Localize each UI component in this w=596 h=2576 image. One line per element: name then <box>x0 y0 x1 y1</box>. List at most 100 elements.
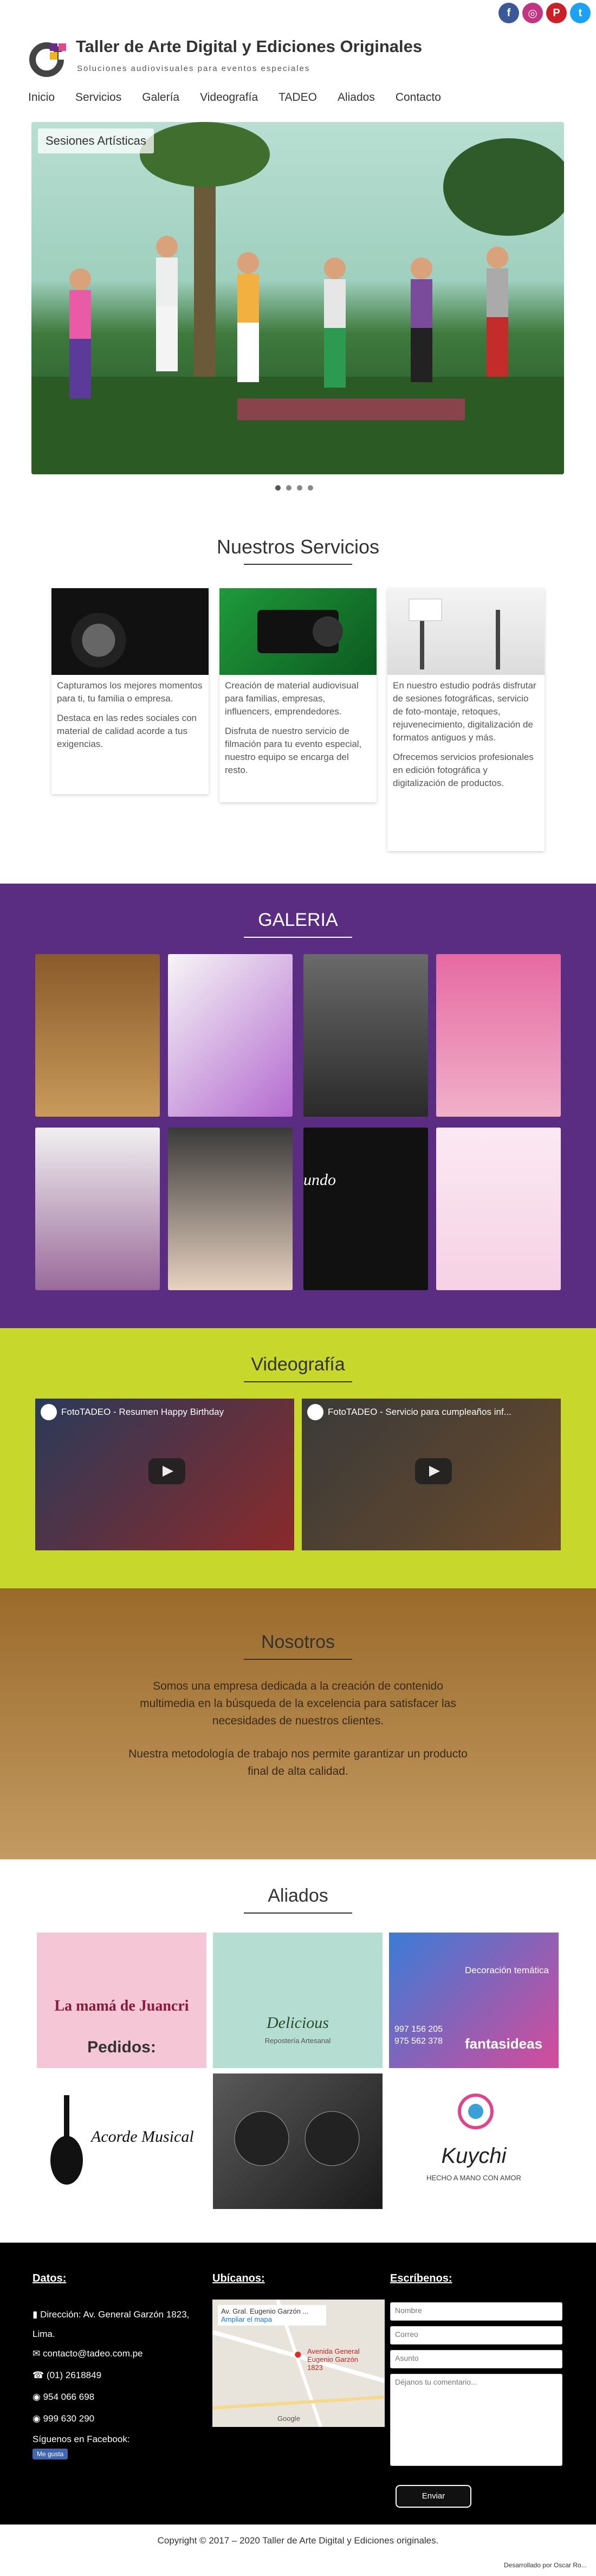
gallery-photo[interactable] <box>303 954 428 1117</box>
video-section: Videografía FotoTADEO - Resumen Happy Bi… <box>0 1328 596 1588</box>
service-text: Capturamos los mejores momentos para ti,… <box>57 680 203 704</box>
map-embed[interactable]: Av. Gral. Eugenio Garzón ... Ampliar el … <box>212 2300 385 2427</box>
footer-heading: Datos: <box>33 2272 67 2284</box>
service-photo-lenses <box>51 588 209 675</box>
nav-item-videografia[interactable]: Videografía <box>200 91 258 104</box>
video-title-text[interactable]: FotoTADEO - Servicio para cumpleaños inf… <box>328 1407 511 1418</box>
site-title[interactable]: Taller de Arte Digital y Ediciones Origi… <box>76 37 422 56</box>
gallery-photo[interactable] <box>35 954 160 1117</box>
gallery-photo[interactable] <box>436 1128 561 1290</box>
ally-logo[interactable]: Kuychi HECHO A MANO CON AMOR <box>389 2073 559 2209</box>
site-header: Taller de Arte Digital y Ediciones Origi… <box>0 0 596 104</box>
slider-dot[interactable] <box>297 485 302 491</box>
map-card: Av. Gral. Eugenio Garzón ... Ampliar el … <box>218 2305 326 2326</box>
slider-dot[interactable] <box>286 485 291 491</box>
gallery-photo-text: undo <box>303 1171 336 1189</box>
slider-dots <box>275 485 313 491</box>
service-text: Creación de material audiovisual para fa… <box>225 680 359 717</box>
gallery-photo[interactable] <box>168 954 293 1117</box>
ally-logo[interactable]: Acorde Musical <box>37 2073 206 2209</box>
site-footer: Datos: ▮ Dirección: Av. General Garzón 1… <box>0 2243 596 2525</box>
ally-sub: Repostería Artesanal <box>264 2037 331 2045</box>
gallery-underline <box>244 937 352 938</box>
gallery-photo[interactable]: undo <box>303 1128 428 1290</box>
slider-dot[interactable] <box>308 485 313 491</box>
footer-phone: ◉ 999 630 290 <box>33 2413 94 2424</box>
about-underline <box>244 1659 352 1660</box>
twitter-icon[interactable]: t <box>570 3 591 23</box>
about-title: Nosotros <box>261 1632 335 1652</box>
facebook-icon[interactable]: f <box>498 3 519 23</box>
footer-heading: Ubícanos: <box>212 2272 265 2284</box>
about-text: Nuestra metodología de trabajo nos permi… <box>128 1748 468 1778</box>
ally-name: fantasideas <box>465 2036 543 2052</box>
service-text: Destaca en las redes sociales con materi… <box>57 713 197 749</box>
play-button[interactable] <box>148 1458 185 1484</box>
pinterest-icon[interactable]: P <box>546 3 567 23</box>
ally-name: La mamá de Juancri <box>54 1998 189 2014</box>
slide-caption: Sesiones Artísticas <box>38 128 154 153</box>
video-header: FotoTADEO - Resumen Happy Birthday <box>41 1404 224 1420</box>
facebook-follow: Síguenos en Facebook: <box>33 2434 130 2444</box>
instagram-icon[interactable]: ◎ <box>522 3 543 23</box>
hero-slider[interactable]: Sesiones Artísticas <box>31 122 564 474</box>
nav-item-tadeo[interactable]: TADEO <box>278 91 317 104</box>
service-photo-studio <box>387 588 545 675</box>
footer-phone: ◉ 954 066 698 <box>33 2392 94 2403</box>
ally-logo[interactable] <box>213 2073 383 2209</box>
gallery-photo[interactable] <box>168 1128 293 1290</box>
service-text: Disfruta de nuestro servicio de filmació… <box>225 726 362 775</box>
gallery-photo[interactable] <box>35 1128 160 1290</box>
nav-item-contacto[interactable]: Contacto <box>396 91 441 104</box>
copyright: Copyright © 2017 – 2020 Taller de Arte D… <box>157 2535 439 2546</box>
map-pin-icon: ● <box>294 2346 302 2362</box>
ally-logo[interactable]: Decoración temática 997 156 205 975 562 … <box>389 1933 559 2068</box>
footer-email[interactable]: ✉ contacto@tadeo.com.pe <box>33 2348 143 2359</box>
service-card: Capturamos los mejores momentos para ti,… <box>51 588 209 794</box>
nav-item-inicio[interactable]: Inicio <box>28 91 55 104</box>
whatsapp-icon: ◉ <box>33 2413 43 2424</box>
ally-phone: 997 156 205 <box>394 2025 443 2034</box>
map-link[interactable]: Ampliar el mapa <box>221 2315 323 2323</box>
mandala-icon <box>458 2094 494 2129</box>
footer-phone: ☎ (01) 2618849 <box>33 2370 101 2381</box>
service-card: Creación de material audiovisual para fa… <box>219 588 377 802</box>
logo[interactable] <box>28 38 67 77</box>
nav-item-aliados[interactable]: Aliados <box>338 91 375 104</box>
violin-icon <box>50 2095 83 2185</box>
video-player[interactable]: FotoTADEO - Servicio para cumpleaños inf… <box>302 1399 561 1550</box>
services-underline <box>244 564 352 565</box>
slider-dot[interactable] <box>275 485 281 491</box>
ally-name: Kuychi <box>441 2144 507 2168</box>
phone-text: 999 630 290 <box>43 2413 95 2424</box>
map-address: Av. Gral. Eugenio Garzón ... <box>221 2307 309 2315</box>
location-icon: ▮ <box>33 2309 41 2320</box>
video-player[interactable]: FotoTADEO - Resumen Happy Birthday <box>35 1399 294 1550</box>
video-title-text[interactable]: FotoTADEO - Resumen Happy Birthday <box>61 1407 224 1418</box>
name-field[interactable]: Nombre <box>390 2302 562 2321</box>
subject-field[interactable]: Asunto <box>390 2350 562 2368</box>
email-text[interactable]: contacto@tadeo.com.pe <box>43 2348 143 2359</box>
video-title: Videografía <box>251 1354 345 1375</box>
fb-like-button[interactable]: Me gusta <box>33 2449 68 2459</box>
allies-underline <box>244 1912 352 1914</box>
ally-name: Acorde Musical <box>91 2128 194 2146</box>
gallery-photo[interactable] <box>436 954 561 1117</box>
dj-controller-icon <box>234 2111 360 2166</box>
ally-logo[interactable]: Delicious Repostería Artesanal <box>213 1933 383 2068</box>
ally-logo[interactable]: La mamá de Juancri Pedidos: <box>37 1933 206 2068</box>
nav-item-galeria[interactable]: Galería <box>142 91 179 104</box>
allies-title: Aliados <box>268 1885 328 1906</box>
developer-credit[interactable]: Desarrollado por Oscar Ro... <box>504 2561 587 2569</box>
send-button[interactable]: Enviar <box>396 2485 471 2508</box>
services-title: Nuestros Servicios <box>216 536 380 558</box>
about-section: Nosotros Somos una empresa dedicada a la… <box>0 1588 596 1859</box>
message-field[interactable]: Déjanos tu comentario... <box>390 2374 562 2466</box>
ally-sub: HECHO A MANO CON AMOR <box>426 2174 521 2182</box>
mail-icon: ✉ <box>33 2348 43 2359</box>
play-button[interactable] <box>415 1458 452 1484</box>
nav-item-servicios[interactable]: Servicios <box>75 91 121 104</box>
service-card: En nuestro estudio podrás disfrutar de s… <box>387 588 545 851</box>
email-field[interactable]: Correo <box>390 2326 562 2345</box>
footer-heading: Escríbenos: <box>390 2272 452 2284</box>
